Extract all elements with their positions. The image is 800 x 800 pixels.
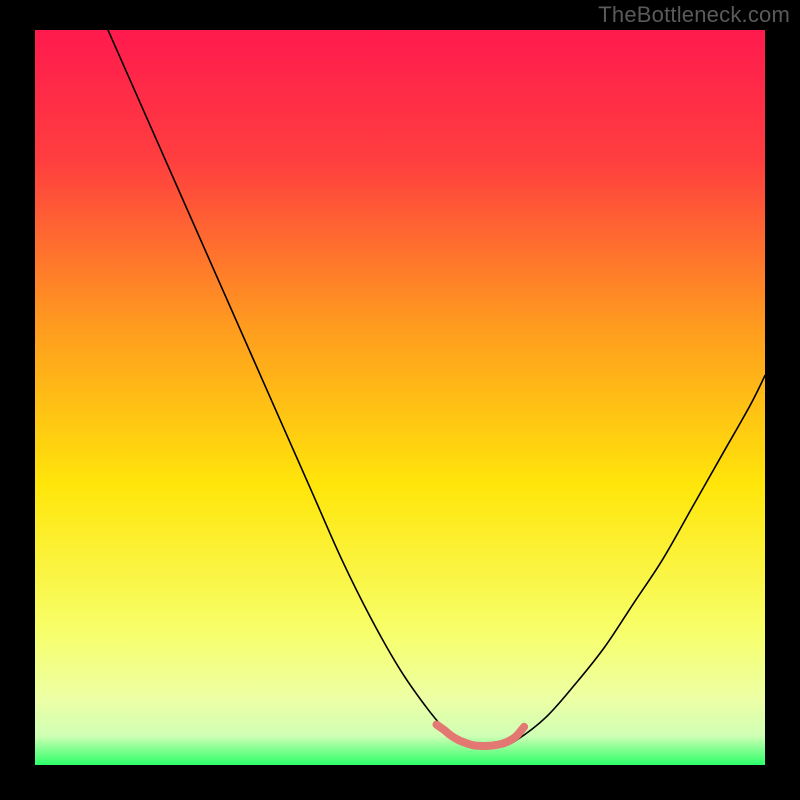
- flat-highlight: [437, 725, 525, 746]
- watermark-text: TheBottleneck.com: [598, 2, 790, 28]
- series-layer: [35, 30, 765, 765]
- bottleneck-curve: [108, 30, 765, 747]
- plot-area: [35, 30, 765, 765]
- chart-frame: TheBottleneck.com: [0, 0, 800, 800]
